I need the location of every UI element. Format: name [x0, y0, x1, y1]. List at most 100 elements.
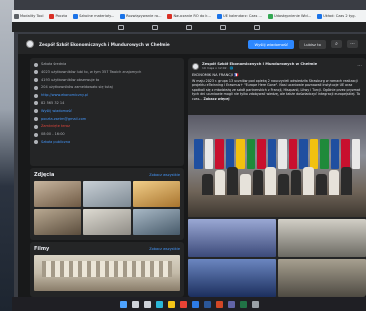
bookmark-label: Poczta: [55, 14, 68, 18]
bookmark-icon: [73, 13, 79, 19]
page-avatar[interactable]: [26, 40, 34, 48]
film-thumbnail[interactable]: [34, 255, 180, 291]
post-text: W maju 2023 r. grupa 13 uczniów pod opie…: [192, 79, 362, 101]
bookmark-label: UE kalendarz: Czas ...: [222, 14, 262, 18]
person: [252, 170, 264, 195]
about-row: 4193 użytkowników obserwuje to: [34, 78, 180, 83]
video-icon[interactable]: [152, 24, 158, 30]
bookmark-label: Szkolne materiały...: [79, 14, 115, 18]
post-photo[interactable]: [188, 259, 276, 297]
photo-thumbnail[interactable]: [83, 209, 131, 235]
bookmark-icon: [216, 13, 222, 19]
home-icon[interactable]: [118, 24, 124, 30]
page-title[interactable]: Zespół Szkół Ekonomicznych i Mundurowych…: [39, 42, 170, 47]
person: [202, 174, 213, 195]
like-page-button[interactable]: Lubisz to: [299, 39, 326, 49]
about-row: 4023 użytkowników lubi to, w tym 357 Two…: [34, 70, 180, 75]
messenger-icon: [34, 109, 38, 114]
about-text[interactable]: Wyślij wiadomość: [41, 109, 72, 113]
about-text[interactable]: poczta.zsetm@gmail.com: [41, 117, 86, 121]
films-see-all-link[interactable]: Zobacz wszystkie: [149, 247, 180, 251]
bookmark-icon: [167, 13, 173, 19]
about-row[interactable]: Szkoła publiczna: [34, 140, 180, 145]
word-icon[interactable]: [203, 300, 211, 308]
post-header: Zespół Szkół Ekonomicznych i Mundurowych…: [188, 62, 366, 70]
post-meta: Zespół Szkół Ekonomicznych i Mundurowych…: [202, 62, 317, 70]
bookmark-item[interactable]: UE kalendarz: Czas ...: [216, 13, 262, 19]
see-more-link[interactable]: Zobacz więcej: [204, 97, 230, 101]
post-photo[interactable]: [188, 219, 276, 257]
bookmark-item[interactable]: Nauczanie RO do k...: [167, 13, 211, 19]
marketplace-icon[interactable]: [186, 24, 192, 30]
person: [328, 170, 340, 195]
post-main-photo[interactable]: [188, 115, 366, 217]
about-row[interactable]: http://www.ekonomiczny.pl: [34, 93, 180, 98]
photos-see-all-link[interactable]: Zobacz wszystkie: [149, 173, 180, 177]
about-text: 4193 użytkowników obserwuje to: [41, 77, 100, 82]
bookmark-item[interactable]: Poczta: [49, 13, 68, 19]
films-title: Filmy: [34, 246, 50, 252]
explorer-icon[interactable]: [167, 300, 175, 308]
search-page-button[interactable]: ⌕: [331, 40, 342, 48]
post-photo[interactable]: [278, 259, 366, 297]
search-icon[interactable]: [131, 300, 139, 308]
store-icon[interactable]: [191, 300, 199, 308]
bookmark-item[interactable]: Układ: Czas 2 tyg.: [317, 13, 356, 19]
bookmark-item[interactable]: Modality Tool: [14, 13, 44, 19]
about-text: 4023 użytkowników lubi to, w tym 357 Two…: [41, 69, 142, 74]
photos-header: Zdjęcia Zobacz wszystkie: [34, 172, 180, 178]
about-row: Zamknięte teraz: [34, 124, 180, 129]
about-row: 82 565 32 14: [34, 101, 180, 106]
photo-thumbnail[interactable]: [132, 181, 180, 207]
task-view-icon[interactable]: [143, 300, 151, 308]
post-options-icon[interactable]: ···: [357, 63, 362, 69]
send-message-button[interactable]: Wyślij wiadomość: [248, 39, 295, 49]
person: [240, 174, 251, 195]
post-photo[interactable]: [278, 219, 366, 257]
windows-taskbar: [12, 297, 366, 311]
page-content: Szkoła średnia 4023 użytkowników lubi to,…: [18, 54, 366, 297]
email-icon: [34, 117, 38, 122]
person: [278, 174, 289, 195]
about-text[interactable]: http://www.ekonomiczny.pl: [41, 93, 88, 97]
about-row: 204 użytkowników zameldowało się tutaj: [34, 85, 180, 90]
start-icon[interactable]: [119, 300, 127, 308]
about-text: Zamknięte teraz: [41, 124, 70, 129]
edge-icon[interactable]: [155, 300, 163, 308]
photo-thumbnail[interactable]: [132, 209, 180, 235]
photos-grid: [34, 181, 180, 235]
person: [214, 170, 226, 195]
info-icon: [34, 62, 38, 67]
page-header: Zespół Szkół Ekonomicznych i Mundurowych…: [18, 34, 366, 54]
chrome-icon[interactable]: [179, 300, 187, 308]
photo-thumbnail[interactable]: [34, 181, 82, 207]
person: [316, 174, 327, 195]
school-icon: [34, 140, 38, 145]
bookmark-label: Modality Tool: [20, 14, 44, 18]
bookmark-label: Udostępnienie Wid...: [273, 14, 312, 18]
post-date[interactable]: 19 maja o 12:02 · 🌐: [202, 66, 317, 70]
clock-icon: [34, 124, 38, 129]
groups-icon[interactable]: [220, 24, 226, 30]
post-photo-grid: [188, 219, 366, 297]
about-row[interactable]: poczta.zsetm@gmail.com: [34, 117, 180, 122]
teams-icon[interactable]: [227, 300, 235, 308]
flag: [351, 139, 360, 169]
photo-thumbnail[interactable]: [83, 181, 131, 207]
bookmark-item[interactable]: Udostępnienie Wid...: [267, 13, 312, 19]
excel-icon[interactable]: [239, 300, 247, 308]
powerpoint-icon[interactable]: [215, 300, 223, 308]
bookmarks-bar: Modality Tool Poczta Szkolne materiały... R…: [12, 10, 366, 22]
about-row[interactable]: Wyślij wiadomość: [34, 109, 180, 114]
bookmark-item[interactable]: Rozwiązywanie ro...: [120, 13, 161, 19]
about-card: Szkoła średnia 4023 użytkowników lubi to,…: [30, 58, 184, 166]
person: [290, 170, 302, 195]
post-author-avatar[interactable]: [192, 62, 199, 70]
photo-thumbnail[interactable]: [34, 209, 82, 235]
more-options-button[interactable]: ···: [347, 40, 358, 48]
app-icon[interactable]: [251, 300, 259, 308]
bookmark-item[interactable]: Szkolne materiały...: [73, 13, 115, 19]
about-text[interactable]: Szkoła publiczna: [41, 140, 70, 144]
checkin-icon: [34, 85, 38, 90]
gaming-icon[interactable]: [254, 24, 260, 30]
